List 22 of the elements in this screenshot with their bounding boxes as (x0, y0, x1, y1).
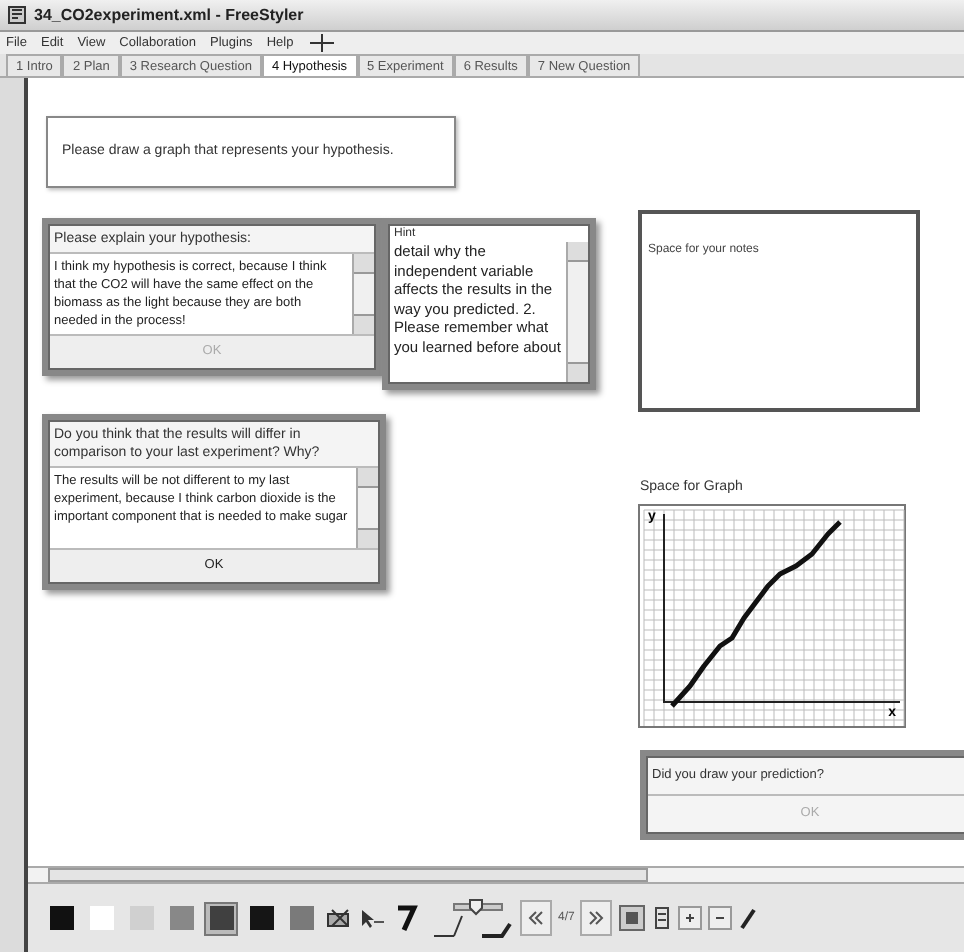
pencil-icon[interactable] (738, 906, 759, 930)
scrollbar[interactable] (352, 254, 374, 334)
scrollbar[interactable] (356, 468, 378, 548)
zoom-in-icon[interactable] (678, 906, 703, 930)
pointer-icon[interactable] (358, 906, 386, 930)
double-chevron-right-icon (588, 910, 605, 926)
next-page-button[interactable] (580, 900, 613, 936)
color-swatch[interactable] (244, 901, 278, 935)
previous-page-button[interactable] (520, 900, 552, 936)
color-swatch[interactable] (84, 901, 118, 935)
color-swatch[interactable] (204, 901, 238, 935)
color-swatch[interactable] (164, 901, 198, 935)
horizontal-scrollbar[interactable] (28, 866, 964, 884)
color-swatch[interactable] (284, 901, 318, 935)
app-icon (8, 6, 26, 24)
window-title: 34_CO2experiment.xml - FreeStyler (34, 3, 304, 27)
color-swatch[interactable] (44, 901, 78, 935)
eraser-icon[interactable] (324, 906, 352, 930)
scrollbar[interactable] (566, 242, 588, 382)
double-chevron-left-icon (528, 910, 544, 926)
zoom-out-icon[interactable] (708, 906, 733, 930)
plus-icon[interactable] (307, 34, 336, 52)
